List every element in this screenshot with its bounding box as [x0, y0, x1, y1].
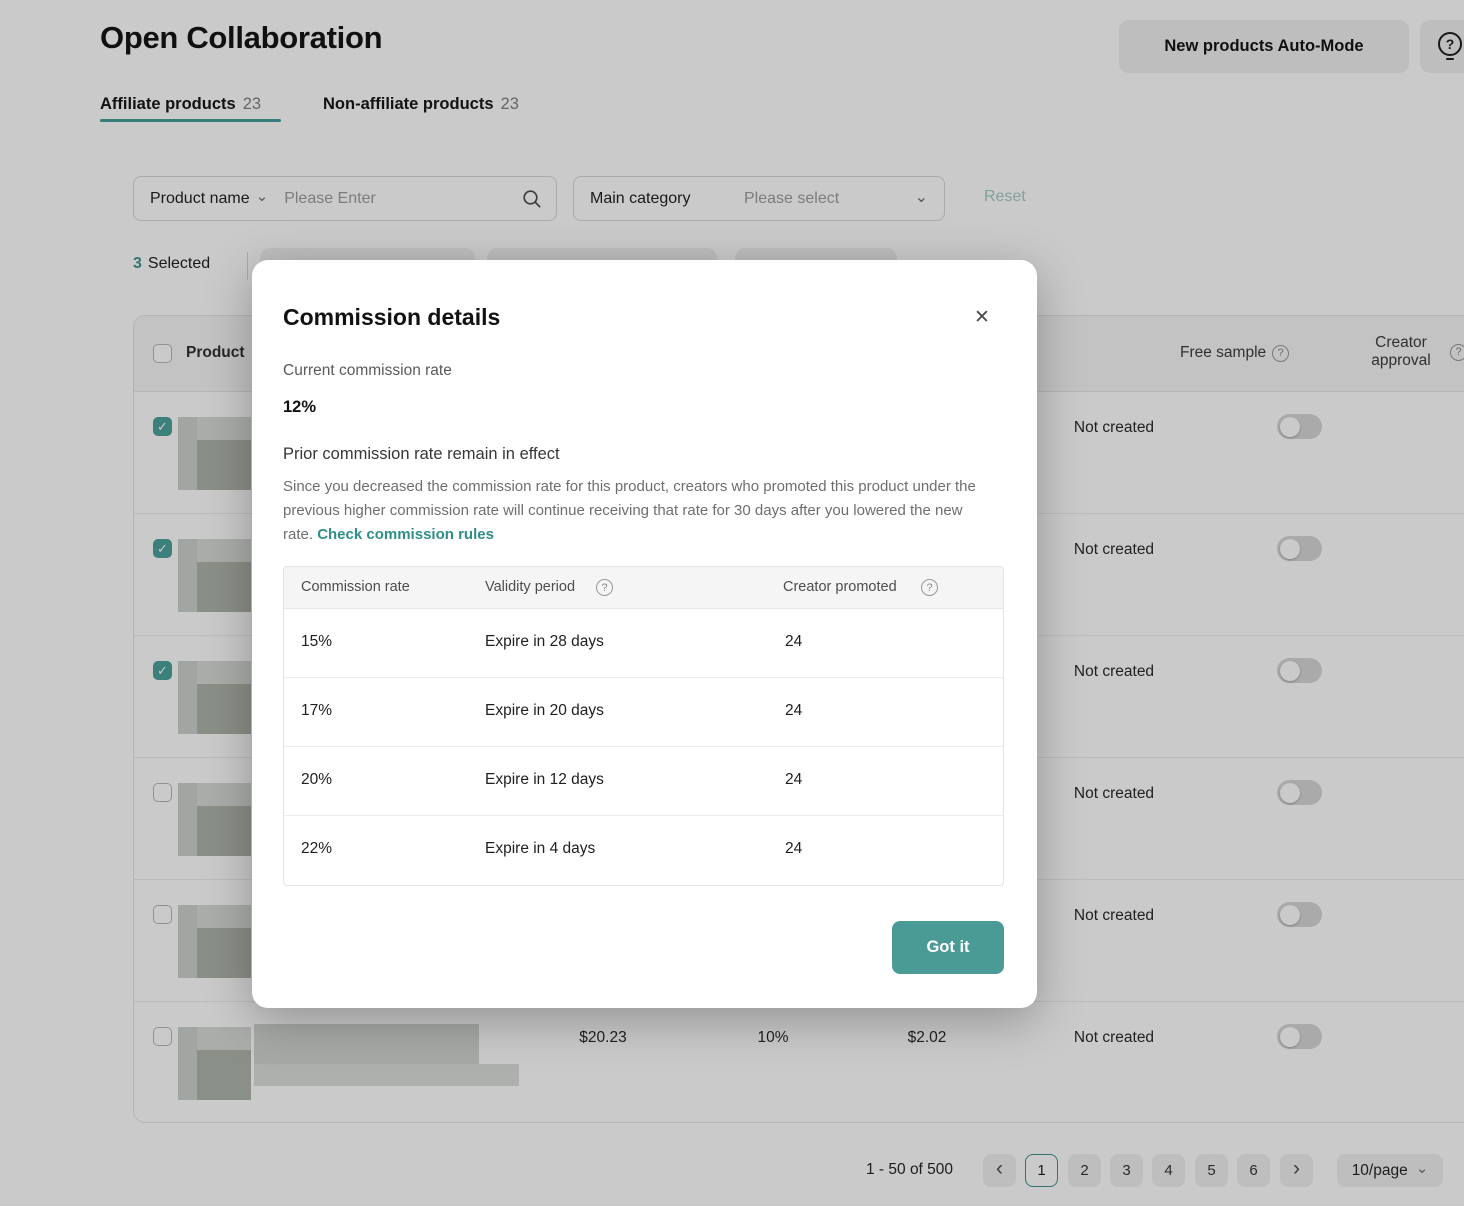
validity-cell: Expire in 20 days: [485, 702, 604, 720]
commission-rates-table: Commission rate Validity period ? Creato…: [283, 566, 1004, 886]
commission-table-row: 17% Expire in 20 days 24: [284, 678, 1003, 747]
got-it-button[interactable]: Got it: [892, 921, 1004, 974]
promoted-cell: 24: [785, 633, 802, 651]
column-creator-promoted: Creator promoted: [783, 579, 897, 595]
commission-details-modal: Commission details ✕ Current commission …: [252, 260, 1037, 1008]
commission-table-row: 15% Expire in 28 days 24: [284, 609, 1003, 678]
validity-cell: Expire in 12 days: [485, 771, 604, 789]
validity-cell: Expire in 4 days: [485, 840, 595, 858]
rate-cell: 17%: [301, 702, 332, 720]
commission-table-header: Commission rate Validity period ? Creato…: [284, 567, 1003, 609]
commission-table-row: 22% Expire in 4 days 24: [284, 816, 1003, 885]
question-circle-icon[interactable]: ?: [921, 579, 938, 596]
commission-table-row: 20% Expire in 12 days 24: [284, 747, 1003, 816]
current-rate-value: 12%: [283, 398, 316, 417]
question-circle-icon[interactable]: ?: [596, 579, 613, 596]
rate-cell: 20%: [301, 771, 332, 789]
rate-cell: 15%: [301, 633, 332, 651]
column-commission-rate: Commission rate: [301, 579, 410, 595]
check-commission-rules-link[interactable]: Check commission rules: [317, 526, 494, 543]
got-it-button-label: Got it: [926, 938, 969, 957]
modal-title: Commission details: [283, 304, 500, 331]
promoted-cell: 24: [785, 771, 802, 789]
validity-cell: Expire in 28 days: [485, 633, 604, 651]
current-rate-label: Current commission rate: [283, 362, 452, 380]
rate-cell: 22%: [301, 840, 332, 858]
column-validity-period: Validity period: [485, 579, 575, 595]
prior-rate-heading: Prior commission rate remain in effect: [283, 445, 560, 464]
close-icon[interactable]: ✕: [974, 306, 990, 329]
promoted-cell: 24: [785, 702, 802, 720]
promoted-cell: 24: [785, 840, 802, 858]
prior-rate-description: Since you decreased the commission rate …: [283, 475, 995, 547]
